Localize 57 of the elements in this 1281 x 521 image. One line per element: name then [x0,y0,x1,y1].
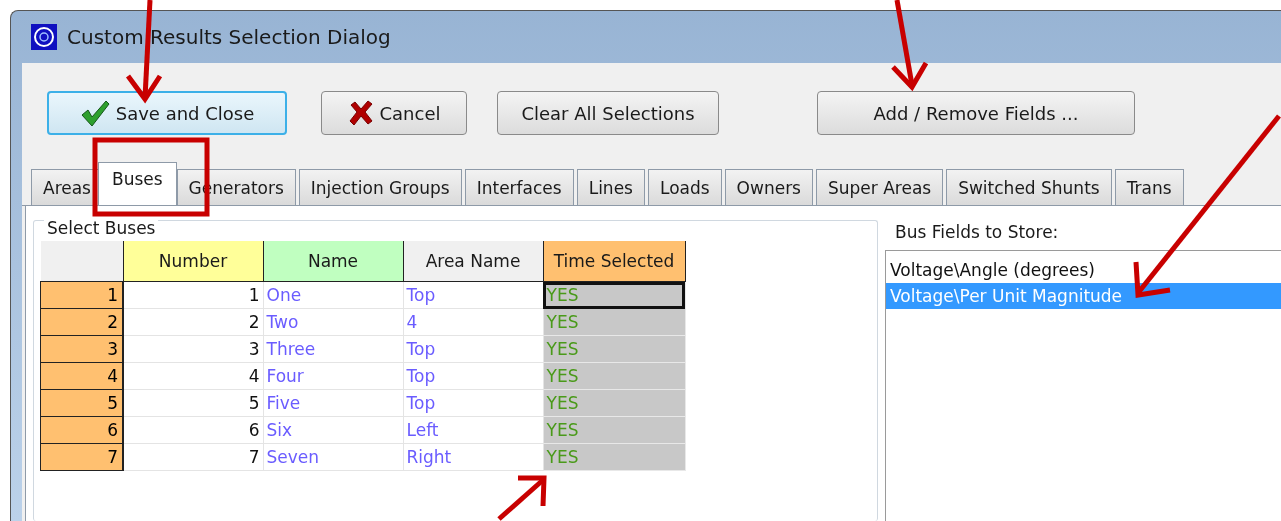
table-cell: 4 [403,308,543,336]
table-cell: Top [403,362,543,390]
row-header[interactable]: 4 [40,362,123,390]
row-header[interactable]: 1 [40,281,123,309]
table-cell: YES [543,416,685,444]
tab[interactable]: Lines [576,169,645,205]
table-cell: 6 [123,416,263,444]
table-cell: Right [403,443,543,471]
table-cell: 5 [123,389,263,417]
tab[interactable]: Injection Groups [298,169,462,205]
table-cell: YES [543,335,685,363]
table-cell: Three [263,335,403,363]
tab[interactable]: Switched Shunts [946,169,1112,205]
table-cell: Six [263,416,403,444]
table-cell: YES [543,281,685,309]
tab[interactable]: Interfaces [464,169,574,205]
row-header[interactable]: 2 [40,308,123,336]
column-header[interactable]: Number [123,241,263,282]
window-title: Custom Results Selection Dialog [67,25,391,49]
row-header[interactable]: 3 [40,335,123,363]
table-cell: Top [403,389,543,417]
tab[interactable]: Super Areas [816,169,944,205]
table-cell: YES [543,308,685,336]
cross-icon [347,100,374,126]
table-cell: 1 [123,281,263,309]
row-header[interactable]: 7 [40,443,123,471]
table-cell: Two [263,308,403,336]
tab[interactable]: Buses [98,162,177,205]
check-icon [79,99,110,127]
table-cell: Five [263,389,403,417]
tab[interactable]: Trans [1114,169,1184,205]
column-header[interactable]: Area Name [403,241,543,282]
dialog-button[interactable]: Cancel [321,91,467,135]
table-cell: 2 [123,308,263,336]
app-icon [31,24,57,50]
table-cell: 3 [123,335,263,363]
row-header[interactable]: 6 [40,416,123,444]
dialog-button[interactable]: Save and Close [47,91,287,135]
tab[interactable]: Owners [724,169,813,205]
table-cell: Top [403,335,543,363]
table-cell: YES [543,389,685,417]
table-cell: 7 [123,443,263,471]
table-cell: One [263,281,403,309]
table-cell: YES [543,362,685,390]
dialog-button[interactable]: Clear All Selections [497,91,719,135]
table-cell: Four [263,362,403,390]
row-header[interactable]: 5 [40,389,123,417]
tab[interactable]: Loads [647,169,722,205]
list-item[interactable]: Voltage\Angle (degrees) [886,257,1281,283]
table-cell: Seven [263,443,403,471]
table-cell: YES [543,443,685,471]
table-cell: Left [403,416,543,444]
fields-label: Bus Fields to Store: [895,222,1060,244]
table-cell: 4 [123,362,263,390]
column-header[interactable]: Name [263,241,403,282]
dialog-button[interactable]: Add / Remove Fields ... [817,91,1135,135]
column-header[interactable]: Time Selected [543,241,685,282]
